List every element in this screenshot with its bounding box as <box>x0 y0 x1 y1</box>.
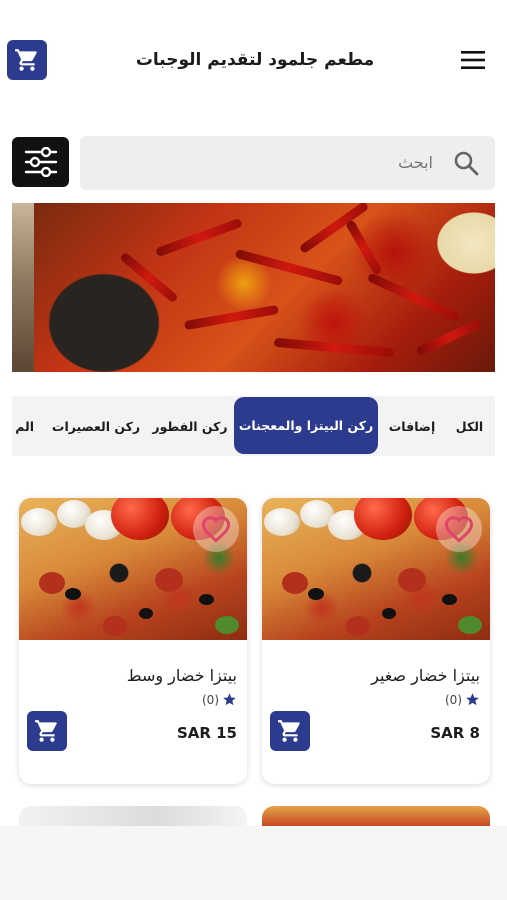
tab-pizza-pastries[interactable]: ركن البيتزا والمعجنات <box>234 397 378 454</box>
cart-button[interactable] <box>7 40 47 80</box>
product-name: بيتزا خضار وسط <box>126 666 237 685</box>
tab-juices[interactable]: ركن العصيرات <box>50 396 142 456</box>
menu-button[interactable] <box>456 46 490 74</box>
banner-prev-slide <box>12 203 34 372</box>
product-rating: (0) <box>202 692 237 707</box>
tab-all[interactable]: الكل <box>444 396 495 456</box>
bottom-area <box>0 826 507 900</box>
promo-banner[interactable] <box>12 203 495 372</box>
tab-breakfast[interactable]: ركن الفطور <box>150 396 230 456</box>
heart-icon <box>201 516 231 543</box>
banner-image <box>34 203 495 372</box>
star-icon <box>223 693 236 706</box>
sliders-icon <box>24 147 57 177</box>
cart-icon <box>278 720 300 742</box>
tab-more[interactable]: الم <box>12 396 34 456</box>
product-rating: (0) <box>445 692 480 707</box>
search-input[interactable]: ابحث <box>80 136 495 190</box>
filter-button[interactable] <box>12 137 69 187</box>
search-placeholder: ابحث <box>398 153 433 172</box>
product-name: بيتزا خضار صغير <box>371 666 480 685</box>
tab-extras[interactable]: إضافات <box>384 396 440 456</box>
rating-count: (0) <box>445 692 462 707</box>
heart-icon <box>444 516 474 543</box>
product-card-peek[interactable] <box>262 806 490 826</box>
product-price: SAR 15 <box>176 724 237 742</box>
add-to-cart-button[interactable] <box>27 711 67 751</box>
add-to-cart-button[interactable] <box>270 711 310 751</box>
star-icon <box>466 693 479 706</box>
favorite-button[interactable] <box>193 506 239 552</box>
cart-icon <box>35 720 57 742</box>
app-bar: مطعم جلمود لتقديم الوجبات <box>0 0 507 120</box>
category-tabs: الكل إضافات ركن البيتزا والمعجنات ركن ال… <box>12 396 495 456</box>
product-price: SAR 8 <box>430 724 480 742</box>
search-icon <box>454 151 479 176</box>
menu-icon <box>461 51 485 69</box>
product-card[interactable]: بيتزا خضار صغير (0) SAR 8 <box>262 498 490 784</box>
product-card-peek[interactable] <box>19 806 247 826</box>
product-card[interactable]: بيتزا خضار وسط (0) SAR 15 <box>19 498 247 784</box>
favorite-button[interactable] <box>436 506 482 552</box>
rating-count: (0) <box>202 692 219 707</box>
cart-icon <box>15 49 37 71</box>
page-title: مطعم جلمود لتقديم الوجبات <box>135 50 375 70</box>
